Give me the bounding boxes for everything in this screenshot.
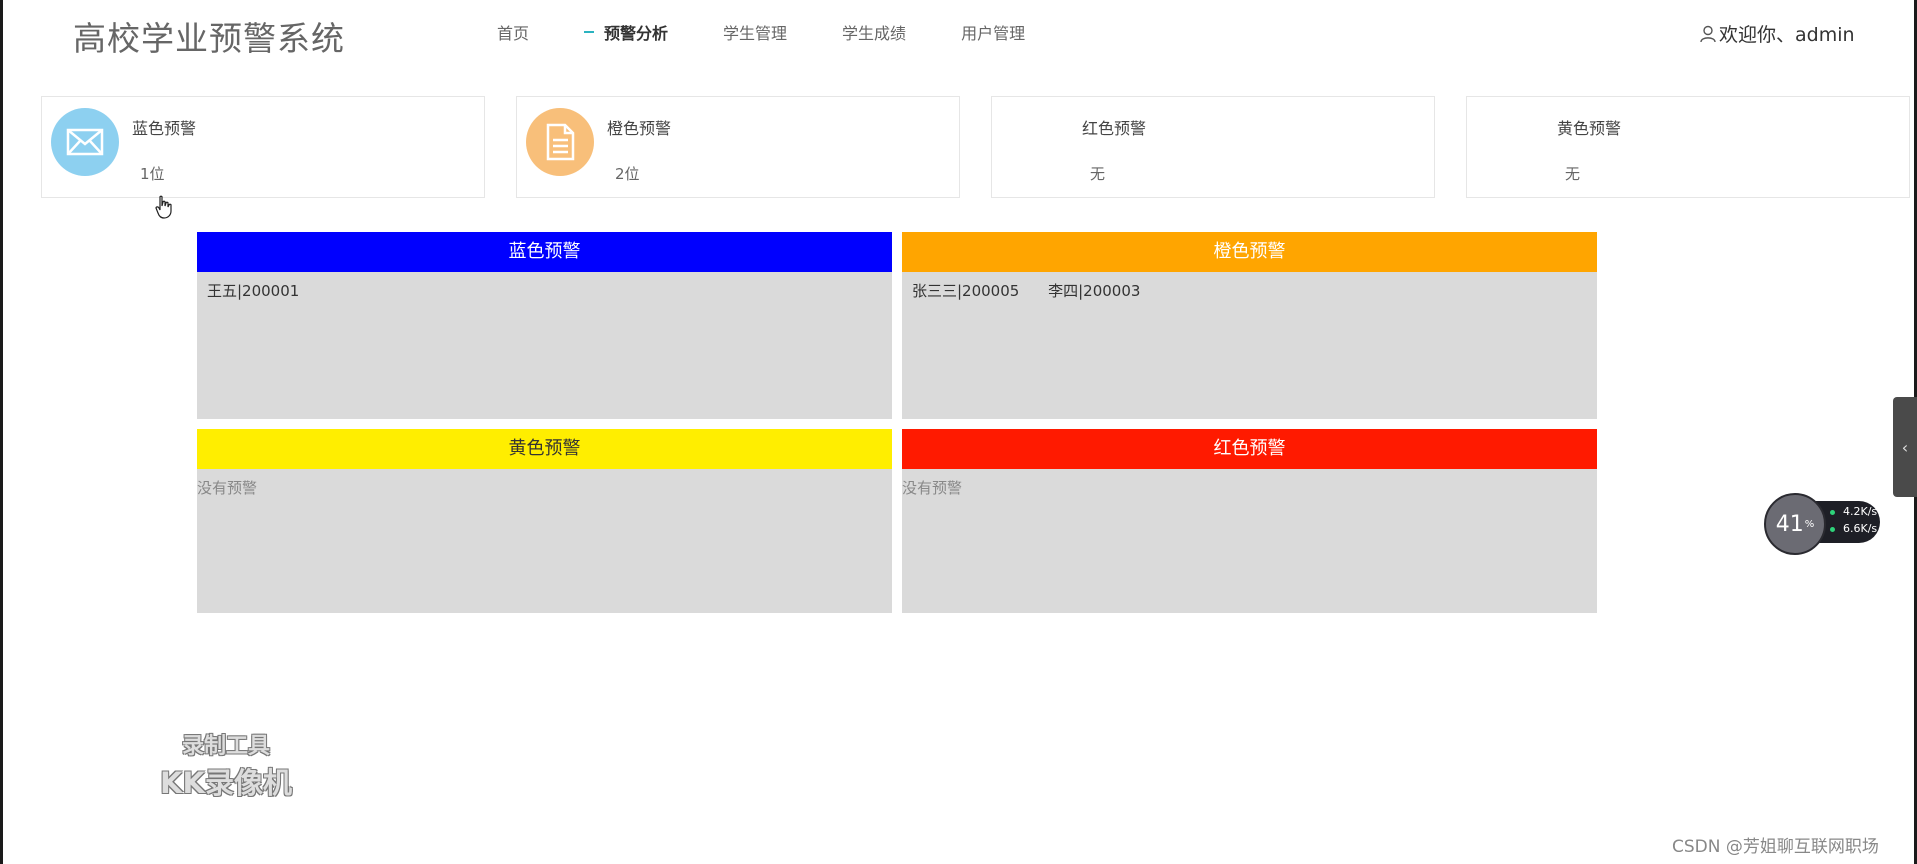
- recorder-line1: 录制工具: [181, 734, 270, 759]
- stat-value: 无: [1565, 165, 1581, 183]
- stat-card-blue: 蓝色预警 1位: [41, 96, 485, 198]
- nav-student-management-label: 学生管理: [723, 24, 788, 43]
- hand-cursor-icon: [155, 195, 172, 219]
- stat-card-yellow: 黄色预警 无: [1466, 96, 1910, 198]
- stat-card-red: 红色预警 无: [991, 96, 1435, 198]
- panel-empty-text: 没有预警: [197, 479, 258, 497]
- window-edge-left: [0, 0, 3, 864]
- recorder-watermark: 录制工具 KK录像机: [160, 728, 292, 802]
- nav-student-scores-label: 学生成绩: [842, 24, 907, 43]
- student-entry[interactable]: 王五|200001: [207, 282, 299, 300]
- user-icon: [1700, 25, 1716, 42]
- nav-user-management[interactable]: 用户管理: [961, 20, 1025, 44]
- download-dot-icon: [1830, 526, 1835, 532]
- stat-label: 蓝色预警: [132, 119, 197, 138]
- upload-dot-icon: [1830, 509, 1835, 515]
- panel-orange-warning: 橙色预警 张三三|200005 李四|200003: [902, 232, 1597, 419]
- side-collapse-tab[interactable]: ‹: [1893, 397, 1917, 497]
- panel-red-warning: 红色预警 没有预警: [902, 429, 1597, 613]
- panel-header: 蓝色预警: [197, 232, 892, 272]
- nav-student-management[interactable]: 学生管理: [723, 20, 787, 44]
- stat-value: 1位: [140, 165, 165, 183]
- stat-value: 2位: [615, 165, 640, 183]
- speed-percent: 41: [1775, 511, 1804, 537]
- panel-body: 王五|200001: [197, 272, 892, 309]
- mail-icon: [51, 108, 119, 176]
- speed-unit: %: [1804, 518, 1815, 530]
- nav-home[interactable]: 首页: [497, 20, 529, 44]
- main-nav: 首页 预警分析 学生管理 学生成绩 用户管理: [497, 20, 1080, 44]
- stat-value: 无: [1090, 165, 1106, 183]
- stat-label: 红色预警: [1082, 119, 1147, 138]
- nav-user-management-label: 用户管理: [961, 24, 1026, 43]
- panel-yellow-warning: 黄色预警 没有预警: [197, 429, 892, 613]
- user-welcome[interactable]: 欢迎你、admin: [1700, 20, 1855, 47]
- speed-gauge: 41%: [1764, 493, 1826, 555]
- panel-blue-warning: 蓝色预警 王五|200001: [197, 232, 892, 419]
- nav-student-scores[interactable]: 学生成绩: [842, 20, 906, 44]
- panel-header: 橙色预警: [902, 232, 1597, 272]
- chevron-left-icon: ‹: [1901, 437, 1909, 457]
- panel-empty-text: 没有预警: [902, 479, 963, 497]
- welcome-text: 欢迎你、admin: [1719, 24, 1855, 46]
- stat-label: 橙色预警: [607, 119, 672, 138]
- nav-warning-analysis-label: 预警分析: [604, 24, 669, 43]
- active-indicator: [584, 31, 595, 33]
- panel-header: 红色预警: [902, 429, 1597, 469]
- app-title: 高校学业预警系统: [73, 19, 345, 58]
- download-speed: 6.6K/s: [1843, 522, 1878, 535]
- csdn-watermark: CSDN @芳姐聊互联网职场: [1672, 837, 1879, 857]
- student-entry[interactable]: 李四|200003: [1048, 282, 1140, 300]
- nav-warning-analysis[interactable]: 预警分析: [584, 20, 668, 44]
- network-speed-widget[interactable]: 4.2K/s 6.6K/s 41%: [1764, 493, 1884, 555]
- panel-header: 黄色预警: [197, 429, 892, 469]
- student-entry[interactable]: 张三三|200005: [912, 282, 1019, 300]
- upload-speed: 4.2K/s: [1843, 505, 1878, 518]
- stat-card-orange: 橙色预警 2位: [516, 96, 960, 198]
- panel-body: 张三三|200005 李四|200003: [902, 272, 1597, 309]
- stat-label: 黄色预警: [1557, 119, 1622, 138]
- nav-home-label: 首页: [497, 24, 530, 43]
- recorder-line2: KK录像机: [160, 766, 292, 800]
- document-icon: [526, 108, 594, 176]
